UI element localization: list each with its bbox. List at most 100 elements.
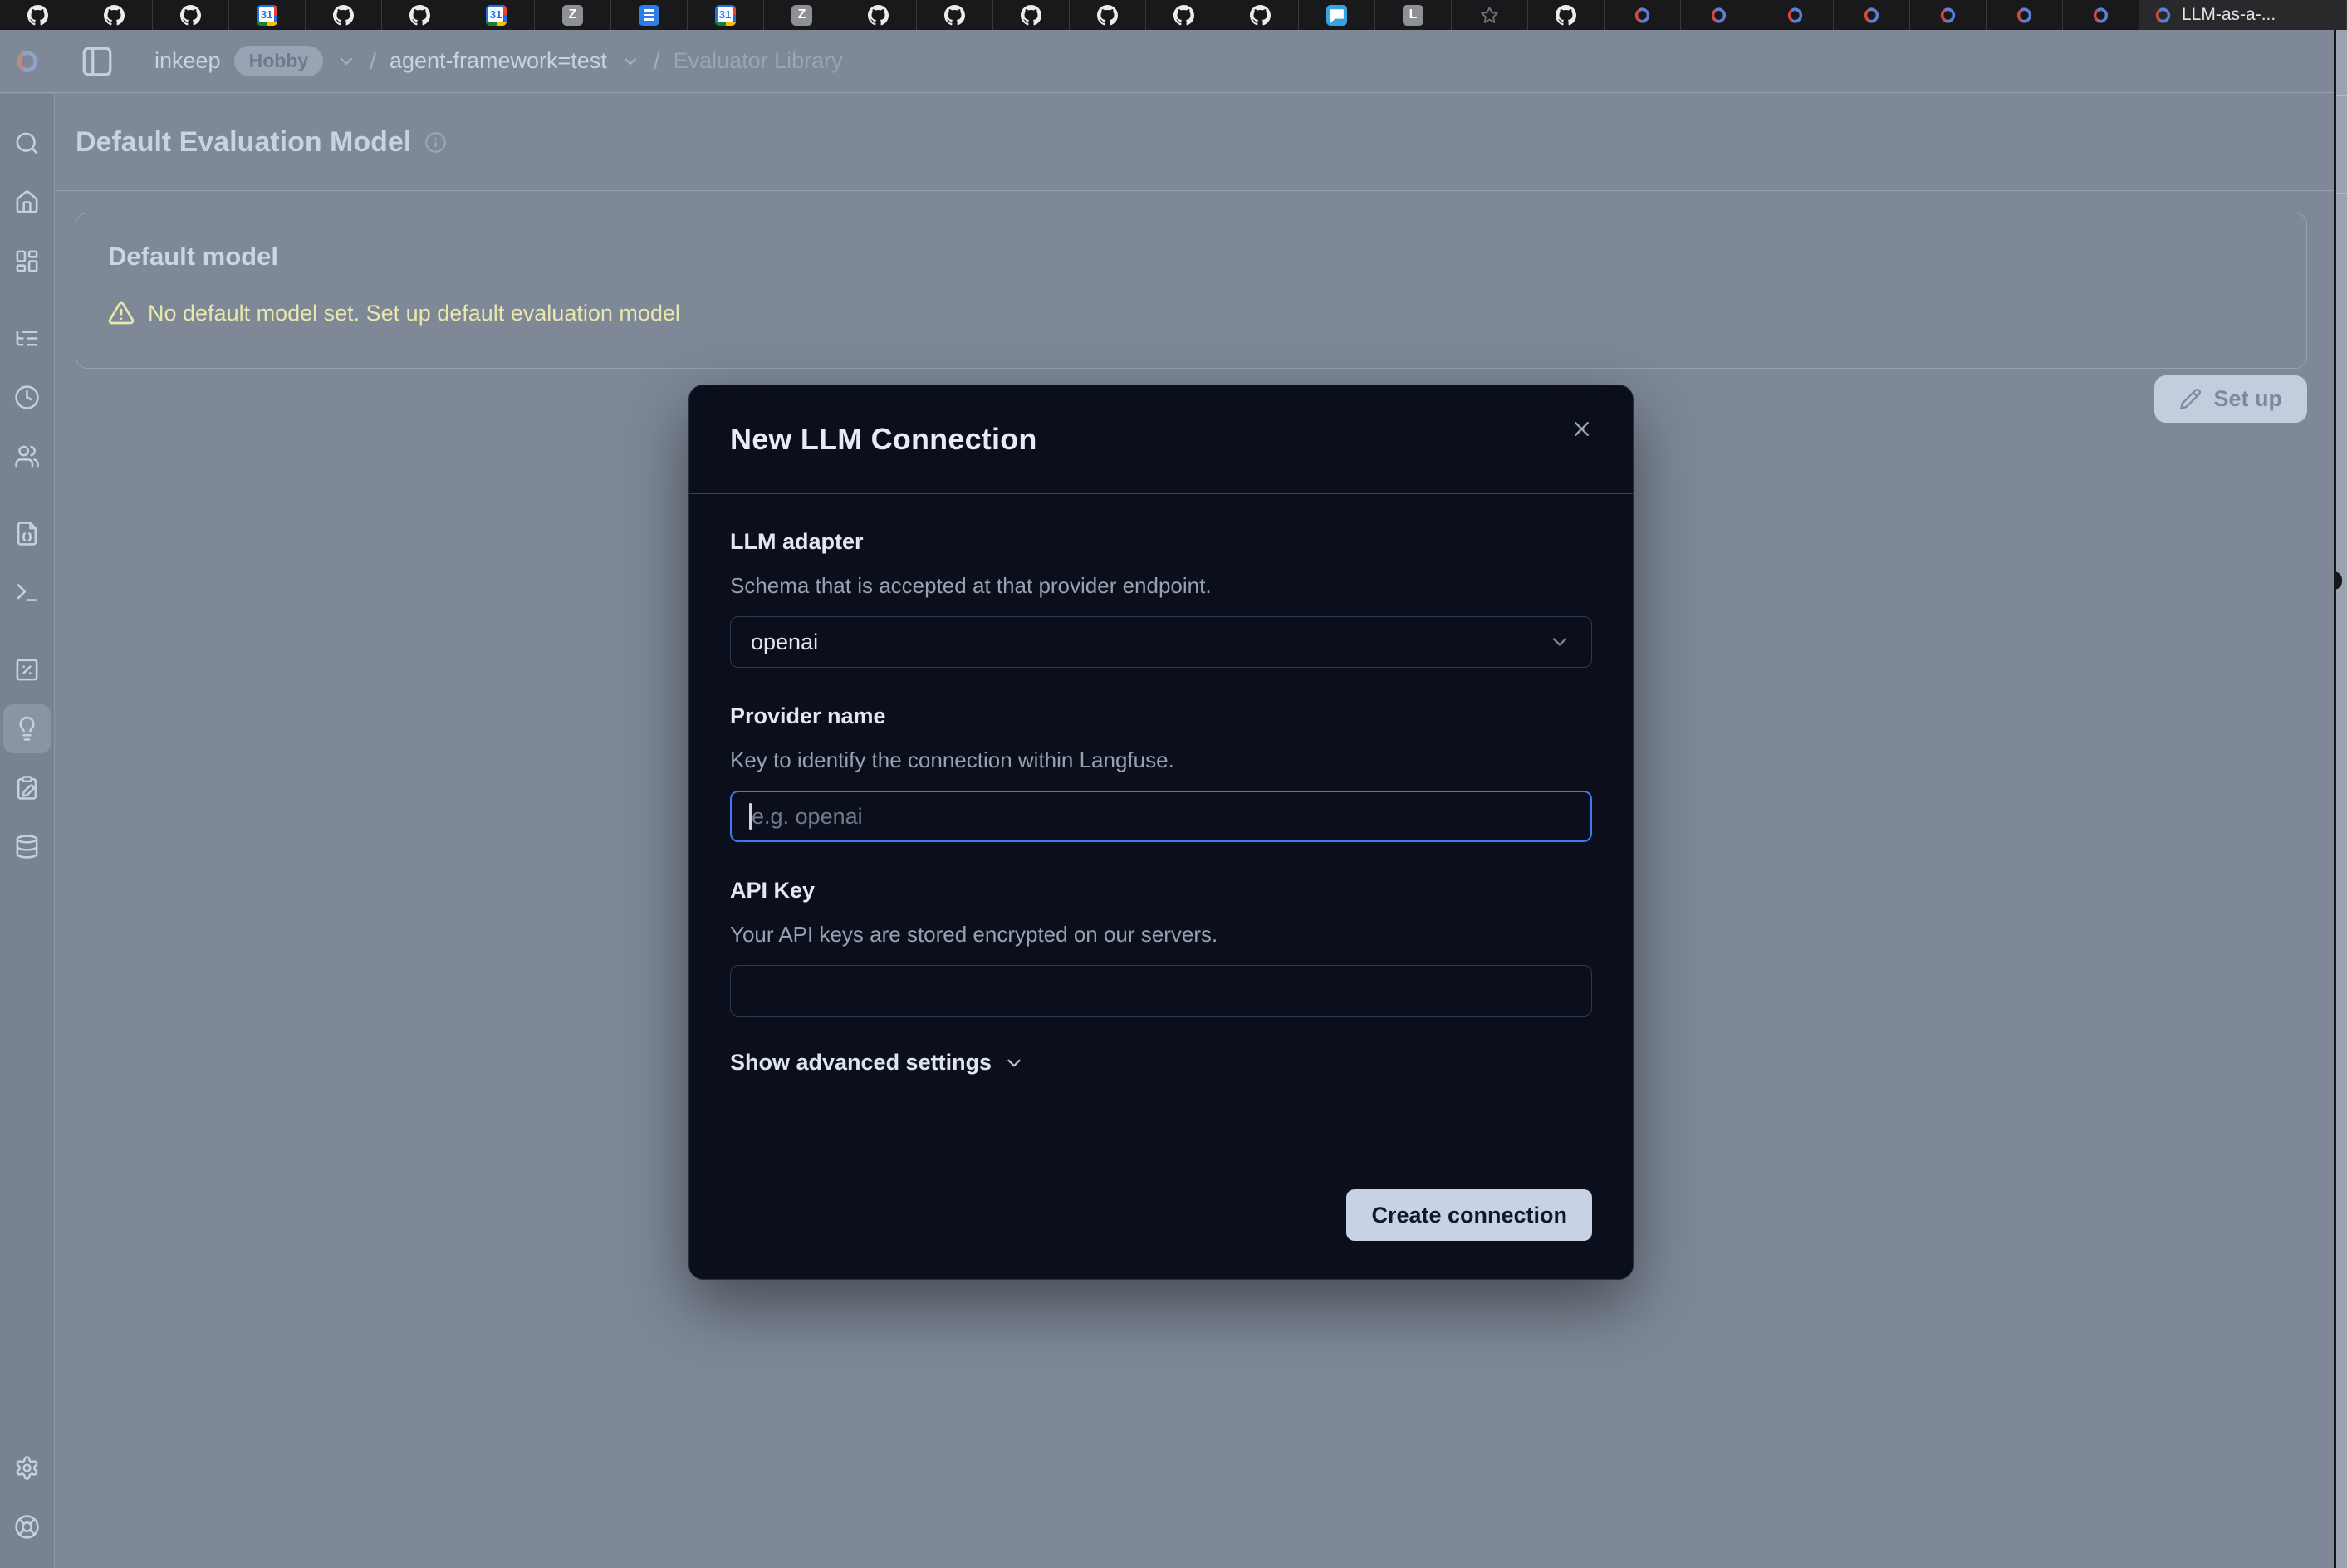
info-icon[interactable] bbox=[424, 131, 447, 154]
browser-tab[interactable] bbox=[993, 0, 1070, 30]
prompts-icon bbox=[14, 521, 40, 546]
sidebar-item-users[interactable] bbox=[0, 427, 54, 486]
chat-favicon bbox=[1326, 5, 1347, 26]
sidebar-item-datasets[interactable] bbox=[0, 817, 54, 876]
browser-tab[interactable] bbox=[0, 0, 76, 30]
app-header: inkeep Hobby / agent-framework=test / Ev… bbox=[0, 30, 2334, 93]
breadcrumb-page: Evaluator Library bbox=[674, 48, 843, 74]
sidebar-item-settings[interactable] bbox=[0, 1438, 54, 1497]
dialog-title: New LLM Connection bbox=[730, 422, 1592, 457]
dashboards-icon bbox=[14, 248, 40, 274]
browser-tab[interactable]: Z bbox=[535, 0, 611, 30]
browser-tab[interactable] bbox=[1146, 0, 1222, 30]
chevron-down-icon[interactable] bbox=[336, 51, 356, 71]
github-favicon bbox=[104, 5, 125, 26]
browser-tab[interactable] bbox=[306, 0, 382, 30]
warning-triangle-icon bbox=[108, 300, 135, 326]
browser-tab[interactable]: 31 bbox=[688, 0, 764, 30]
browser-tab[interactable]: L bbox=[1375, 0, 1452, 30]
provider-name-input[interactable] bbox=[730, 791, 1592, 842]
browser-tab[interactable] bbox=[611, 0, 688, 30]
sidebar bbox=[0, 94, 55, 1568]
annotation-icon bbox=[14, 775, 40, 801]
card-title: Default model bbox=[108, 242, 2275, 272]
browser-tab[interactable] bbox=[76, 0, 153, 30]
adjacent-window-edge bbox=[2334, 30, 2347, 1568]
sidebar-item-sessions[interactable] bbox=[0, 368, 54, 427]
set-up-button[interactable]: Set up bbox=[2154, 375, 2307, 423]
browser-tab[interactable] bbox=[1910, 0, 1987, 30]
close-button[interactable] bbox=[1563, 410, 1600, 447]
pencil-icon bbox=[2179, 388, 2202, 410]
sidebar-item-home[interactable] bbox=[0, 173, 54, 232]
github-favicon bbox=[944, 5, 965, 26]
advanced-toggle-label: Show advanced settings bbox=[730, 1050, 992, 1076]
browser-tab[interactable] bbox=[1757, 0, 1834, 30]
dialog-header: New LLM Connection bbox=[689, 385, 1633, 494]
chevron-down-icon bbox=[1548, 630, 1571, 654]
search-icon bbox=[14, 130, 40, 156]
browser-tab[interactable] bbox=[1834, 0, 1910, 30]
browser-tab[interactable]: 31 bbox=[229, 0, 306, 30]
breadcrumb-project[interactable]: agent-framework=test bbox=[390, 48, 607, 74]
sidebar-item-scores[interactable] bbox=[0, 640, 54, 699]
support-icon bbox=[14, 1514, 40, 1540]
browser-tab[interactable]: Z bbox=[764, 0, 840, 30]
sidebar-item-support[interactable] bbox=[0, 1497, 54, 1556]
provider-name-description: Key to identify the connection within La… bbox=[730, 747, 1592, 773]
github-favicon bbox=[333, 5, 354, 26]
browser-tab[interactable] bbox=[1528, 0, 1605, 30]
text-caret bbox=[749, 803, 752, 830]
sidebar-item-evaluators[interactable] bbox=[0, 699, 54, 758]
dialog-footer: Create connection bbox=[689, 1149, 1633, 1279]
sidebar-item-tracing[interactable] bbox=[0, 309, 54, 368]
langfuse-favicon bbox=[1632, 5, 1653, 26]
llm-adapter-select[interactable]: openai bbox=[730, 616, 1592, 668]
browser-tab[interactable]: 31 bbox=[458, 0, 535, 30]
github-favicon bbox=[1174, 5, 1194, 26]
browser-tab[interactable] bbox=[2063, 0, 2139, 30]
screen: 3131Z31ZLLLM-as-a-... inkeep Hobby bbox=[0, 0, 2347, 1568]
browser-tab[interactable] bbox=[1987, 0, 2063, 30]
browser-tab[interactable] bbox=[1222, 0, 1299, 30]
langfuse-logo[interactable] bbox=[0, 47, 55, 76]
sidebar-item-annotation[interactable] bbox=[0, 758, 54, 817]
api-key-field: API Key Your API keys are stored encrypt… bbox=[730, 878, 1592, 1017]
browser-tab[interactable] bbox=[1299, 0, 1375, 30]
browser-tab[interactable] bbox=[153, 0, 229, 30]
api-key-input[interactable] bbox=[730, 965, 1592, 1017]
plan-badge: Hobby bbox=[234, 46, 324, 76]
sidebar-toggle-icon[interactable] bbox=[80, 44, 115, 79]
browser-tab[interactable] bbox=[1605, 0, 1681, 30]
sidebar-item-playground[interactable] bbox=[0, 563, 54, 622]
sidebar-item-prompts[interactable] bbox=[0, 504, 54, 563]
create-connection-button[interactable]: Create connection bbox=[1346, 1189, 1592, 1241]
llm-adapter-field: LLM adapter Schema that is accepted at t… bbox=[730, 529, 1592, 668]
no-default-model-warning: No default model set. Set up default eva… bbox=[108, 300, 2275, 326]
browser-tab[interactable] bbox=[840, 0, 917, 30]
browser-tabbar: 3131Z31ZLLLM-as-a-... bbox=[0, 0, 2347, 30]
browser-tab[interactable] bbox=[1070, 0, 1146, 30]
browser-tab[interactable] bbox=[1681, 0, 1757, 30]
langfuse-favicon bbox=[1785, 5, 1806, 26]
users-icon bbox=[14, 443, 40, 469]
gcal-favicon: 31 bbox=[486, 5, 507, 26]
evaluators-icon bbox=[14, 716, 40, 742]
github-favicon bbox=[1097, 5, 1118, 26]
browser-tab[interactable] bbox=[1452, 0, 1528, 30]
browser-tab[interactable] bbox=[917, 0, 993, 30]
provider-name-field: Provider name Key to identify the connec… bbox=[730, 703, 1592, 842]
chevron-down-icon[interactable] bbox=[620, 51, 640, 71]
langfuse-favicon bbox=[2014, 5, 2035, 26]
breadcrumb-org[interactable]: inkeep bbox=[154, 48, 221, 74]
show-advanced-settings-toggle[interactable]: Show advanced settings bbox=[730, 1050, 1025, 1076]
langfuse-favicon bbox=[2090, 5, 2111, 26]
browser-tab[interactable] bbox=[382, 0, 458, 30]
github-favicon bbox=[1021, 5, 1041, 26]
settings-icon bbox=[14, 1455, 40, 1481]
sidebar-item-dashboards[interactable] bbox=[0, 232, 54, 291]
llm-adapter-description: Schema that is accepted at that provider… bbox=[730, 573, 1592, 599]
browser-tab-active[interactable]: LLM-as-a-... bbox=[2139, 0, 2347, 30]
sidebar-item-search[interactable] bbox=[0, 114, 54, 173]
langfuse-favicon bbox=[1708, 5, 1729, 26]
